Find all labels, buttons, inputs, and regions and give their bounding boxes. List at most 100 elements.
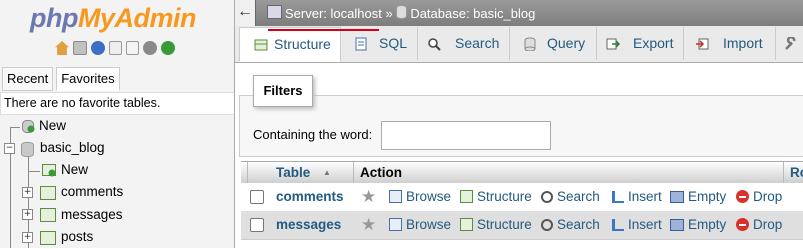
breadcrumb-server[interactable]: Server: localhost [285, 6, 382, 21]
tab-search-label: Search [455, 35, 500, 51]
header-divider [353, 162, 354, 184]
expand-toggle-icon[interactable]: + [22, 209, 33, 220]
empty-link[interactable]: Empty [670, 183, 726, 211]
database-icon [396, 5, 408, 19]
wrench-icon [785, 37, 796, 50]
docs-icon[interactable] [109, 41, 122, 55]
filter-label: Containing the word: [253, 127, 373, 142]
favorite-star-icon[interactable]: ★ [361, 188, 376, 205]
empty-link[interactable]: Empty [670, 211, 726, 239]
table-name-link[interactable]: comments [276, 183, 344, 211]
header-divider [247, 162, 248, 184]
tree-database-basic-blog[interactable]: basic_blog [40, 138, 105, 158]
drop-link[interactable]: Drop [736, 183, 782, 211]
structure-link[interactable]: Structure [460, 183, 532, 211]
empty-icon [670, 191, 684, 203]
insert-icon [612, 219, 624, 231]
table-icon [40, 231, 56, 245]
tab-search[interactable]: Search [418, 27, 510, 60]
table-row: messages ★ Browse Structure Search Inser… [241, 211, 803, 239]
tree-new-table[interactable]: New [61, 160, 88, 180]
main-tabs: Structure SQL Search Query Export Import [235, 26, 803, 63]
browse-icon [389, 218, 402, 231]
structure-icon [460, 190, 473, 203]
logo-php-text: php [30, 3, 78, 33]
drop-icon [736, 190, 749, 203]
tab-export[interactable]: Export [597, 27, 684, 60]
search-icon [428, 38, 441, 51]
server-highlight-underline [268, 29, 379, 31]
favorite-star-icon[interactable]: ★ [361, 216, 376, 233]
tab-favorites[interactable]: Favorites [56, 67, 120, 91]
tab-sql[interactable]: SQL [340, 27, 418, 60]
breadcrumb-database[interactable]: Database: basic_blog [410, 6, 535, 21]
table-icon [40, 186, 56, 200]
tree-line [10, 127, 20, 128]
new-database-icon [22, 120, 35, 133]
header-rows[interactable]: Ro [790, 162, 803, 184]
drop-link[interactable]: Drop [736, 211, 782, 239]
search-icon [541, 219, 553, 231]
tab-operations[interactable] [776, 27, 803, 60]
browse-link[interactable]: Browse [389, 183, 451, 211]
tab-import-label: Import [723, 35, 763, 51]
home-icon[interactable] [55, 41, 69, 55]
tree-line [28, 171, 40, 172]
structure-link[interactable]: Structure [460, 211, 532, 239]
tree-table-messages[interactable]: messages [61, 205, 123, 225]
header-action: Action [360, 165, 402, 180]
copy-icon[interactable] [126, 41, 139, 55]
tree-table-comments[interactable]: comments [61, 182, 123, 202]
tab-export-label: Export [633, 35, 674, 51]
structure-icon [460, 218, 473, 231]
insert-link[interactable]: Insert [612, 183, 662, 211]
import-icon [696, 38, 709, 50]
expand-toggle-icon[interactable]: + [22, 232, 33, 243]
header-table[interactable]: Table [276, 162, 310, 184]
search-link[interactable]: Search [541, 183, 600, 211]
filter-input[interactable] [381, 121, 551, 150]
tab-import[interactable]: Import [684, 27, 776, 60]
query-icon [524, 37, 536, 51]
insert-icon [612, 191, 624, 203]
collapse-toggle-icon[interactable]: − [4, 143, 15, 154]
table-name-link[interactable]: messages [276, 211, 341, 239]
tab-recent[interactable]: Recent [2, 67, 54, 91]
structure-icon [254, 39, 268, 51]
sql-icon [355, 37, 367, 51]
browse-link[interactable]: Browse [389, 211, 451, 239]
tab-structure-label: Structure [274, 36, 331, 52]
gear-icon[interactable] [143, 41, 157, 55]
phpmyadmin-logo[interactable]: phpMyAdmin [30, 2, 196, 34]
table-row: comments ★ Browse Structure Search Inser… [241, 183, 803, 211]
recent-favorites-tabs: Recent Favorites [2, 67, 120, 91]
expand-toggle-icon[interactable]: + [22, 187, 33, 198]
navigation-icons [55, 41, 175, 59]
new-table-icon [42, 164, 56, 177]
tab-query[interactable]: Query [510, 27, 597, 60]
row-checkbox[interactable] [250, 218, 264, 232]
header-divider [783, 162, 784, 184]
tree-new-database[interactable]: New [39, 116, 66, 136]
row-checkbox[interactable] [250, 190, 264, 204]
reload-icon[interactable] [161, 41, 175, 55]
navigation-panel: phpMyAdmin Recent Favorites There are no… [0, 0, 235, 248]
tree-table-posts[interactable]: posts [61, 227, 93, 247]
search-link[interactable]: Search [541, 211, 600, 239]
table-header: Table ▲ Action Ro [241, 161, 803, 185]
insert-link[interactable]: Insert [612, 211, 662, 239]
tab-query-label: Query [547, 35, 586, 51]
database-icon [21, 142, 34, 157]
table-icon [40, 208, 56, 222]
server-icon [267, 5, 282, 19]
empty-icon [670, 219, 684, 231]
browse-icon [389, 190, 402, 203]
breadcrumb: Server: localhost » Database: basic_blog [267, 0, 535, 26]
drop-icon [736, 218, 749, 231]
breadcrumb-bar: ← Server: localhost » Database: basic_bl… [235, 0, 803, 26]
exit-icon[interactable] [73, 41, 87, 55]
collapse-navigation-button[interactable]: ← [235, 0, 256, 26]
tab-structure[interactable]: Structure [239, 27, 341, 62]
sort-arrow-icon: ▲ [323, 168, 331, 177]
help-icon[interactable] [91, 41, 105, 55]
